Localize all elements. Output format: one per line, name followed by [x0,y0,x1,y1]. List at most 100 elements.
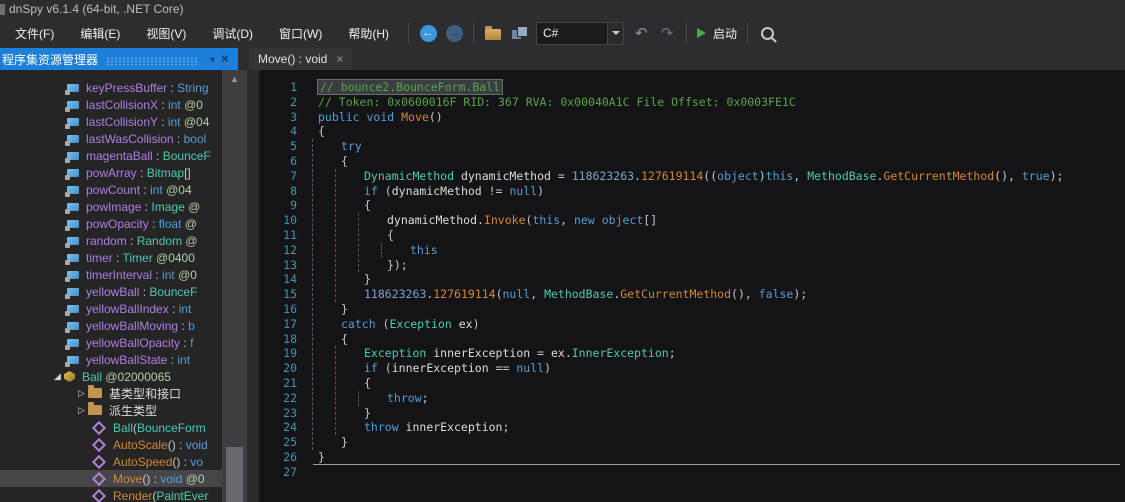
tree-item[interactable]: Render(PaintEver [0,487,222,502]
tree-item-label: lastCollisionY : int @04 [86,115,209,129]
code-text: // bounce2.BounceForm.Ball [318,80,502,95]
menu-item[interactable]: 编辑(E) [67,20,133,47]
assembly-explorer-tree[interactable]: keyPressBuffer : StringlastCollisionX : … [0,70,222,502]
menu-item[interactable]: 文件(F) [2,20,67,47]
tab-close-icon[interactable]: × [336,52,343,66]
field-icon [67,356,79,364]
indent-guide [335,169,336,302]
token: ex [551,346,565,360]
token: : [149,217,159,231]
panel-close-button[interactable]: × [221,52,238,67]
scroll-up-icon[interactable]: ▲ [222,74,247,84]
tree-item[interactable]: lastCollisionY : int @04 [0,113,222,130]
line-number: 13 [259,258,297,273]
code-line: 27 [259,465,1125,480]
menubar: 文件(F)编辑(E)视图(V)调试(D)窗口(W)帮助(H) ← → C# ↷ … [0,18,1125,48]
tree-item[interactable]: ▷派生类型 [0,402,222,419]
tree-item[interactable]: yellowBallState : int [0,351,222,368]
token: Move [113,472,142,486]
token: : [127,234,137,248]
back-button[interactable]: ← [415,21,441,45]
tree-item[interactable]: timerInterval : int @0 [0,266,222,283]
code-line: 11{ [259,228,1125,243]
tab-move-void[interactable]: Move() : void × [249,48,352,70]
sidebar-scrollbar[interactable]: ▲ [222,70,247,502]
token: this [410,243,438,257]
tree-item[interactable]: Move() : void @0 [0,470,222,487]
redo-button[interactable]: ↷ [654,21,680,45]
tree-item[interactable]: lastWasCollision : bool [0,130,222,147]
tree-item[interactable]: yellowBall : BounceF [0,283,222,300]
token: void [366,110,394,124]
panel-menu-button[interactable]: ▾ [204,55,221,64]
token: } [341,435,348,449]
menu-item[interactable]: 调试(D) [199,20,266,47]
token: timerInterval [86,268,152,282]
tree-item-label: powCount : int @04 [86,183,192,197]
token: AutoSpeed [113,455,172,469]
tree-item[interactable]: powArray : Bitmap[] [0,164,222,181]
scrollbar-thumb[interactable] [226,447,243,502]
menu-item[interactable]: 窗口(W) [266,20,335,47]
token: dynamicMethod [392,184,482,198]
tree-item[interactable]: powOpacity : float @ [0,215,222,232]
collapse-icon[interactable]: ◢ [52,371,63,382]
code-line: 21{ [259,376,1125,391]
token: : [180,336,190,350]
menu-item[interactable]: 帮助(H) [335,20,402,47]
undo-button[interactable]: ↷ [628,21,654,45]
tree-item[interactable]: yellowBallOpacity : f [0,334,222,351]
tree-item[interactable]: yellowBallMoving : b [0,317,222,334]
tree-item[interactable]: AutoSpeed() : vo [0,453,222,470]
tree-item[interactable]: yellowBallIndex : int [0,300,222,317]
menu-item[interactable]: 视图(V) [133,20,199,47]
code-line: 20if (innerException == null) [259,361,1125,376]
token: @02000065 [102,370,171,384]
code-line: 4{ [259,124,1125,139]
token: . [634,169,641,183]
expand-icon[interactable]: ▷ [76,388,87,399]
field-icon [67,203,79,211]
tree-item[interactable]: timer : Timer @0400 [0,249,222,266]
code-line: 7DynamicMethod dynamicMethod = 118623263… [259,169,1125,184]
token: if [364,184,378,198]
token: powCount [86,183,140,197]
search-button[interactable] [754,21,780,45]
tree-item[interactable]: magentaBall : BounceF [0,147,222,164]
token: }); [387,258,408,272]
token: ) [537,184,544,198]
tree-item[interactable]: AutoScale() : void [0,436,222,453]
code-line: 10dynamicMethod.Invoke(this, new object[… [259,213,1125,228]
expand-icon[interactable]: ▷ [76,405,87,416]
tree-item[interactable]: random : Random @ [0,232,222,249]
token: @0 [182,472,204,486]
token: MethodBase [807,169,876,183]
code-editor[interactable]: 1// bounce2.BounceForm.Ball2// Token: 0x… [247,70,1125,502]
tree-item[interactable]: ◢Ball @02000065 [0,368,222,385]
open-button[interactable] [480,21,506,45]
field-icon [67,305,79,313]
tree-item[interactable]: ▷基类型和接口 [0,385,222,402]
tree-item[interactable]: keyPressBuffer : String [0,79,222,96]
start-button[interactable]: 启动 [693,21,741,45]
tree-item[interactable]: Ball(BounceForm [0,419,222,436]
save-all-button[interactable] [506,21,532,45]
tree-item[interactable]: lastCollisionX : int @0 [0,96,222,113]
token: if [364,361,378,375]
language-select-value: C# [537,26,607,40]
tree-item[interactable]: powImage : Image @ [0,198,222,215]
code-text: catch (Exception ex) [318,317,480,332]
token: == [489,361,517,375]
folder-icon [88,406,102,416]
language-select[interactable]: C# [536,22,624,45]
title-bar: dnSpy v6.1.4 (64-bit, .NET Core) [0,0,1125,18]
field-icon [67,101,79,109]
assembly-explorer-header[interactable]: 程序集资源管理器 ▾ × [0,48,238,70]
token: int [168,115,181,129]
glyph-margin [247,70,259,502]
token: InnerException [572,346,669,360]
language-select-dropdown[interactable] [607,23,623,44]
token: new [574,213,595,227]
tree-item[interactable]: powCount : int @04 [0,181,222,198]
forward-button[interactable]: → [441,21,467,45]
